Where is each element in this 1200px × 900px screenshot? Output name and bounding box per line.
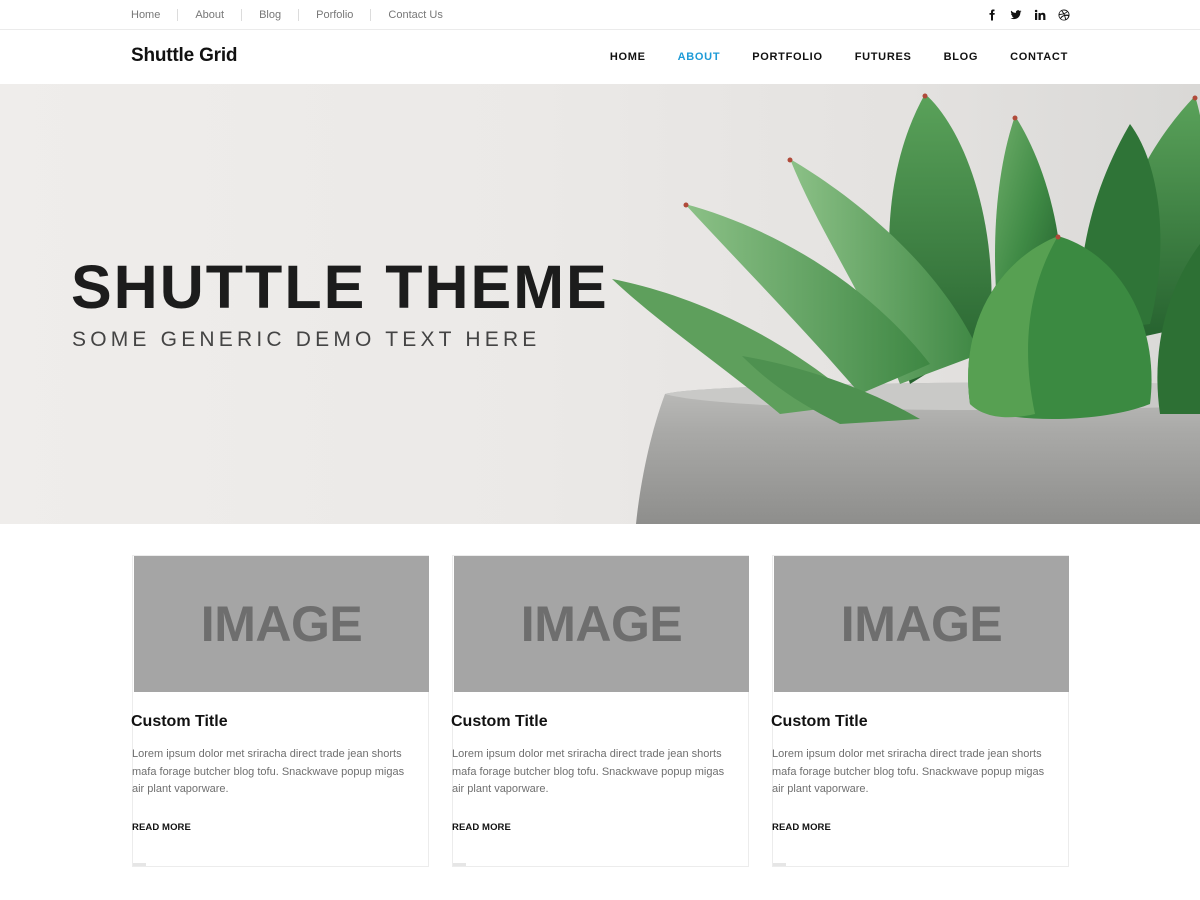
- divider: [177, 8, 179, 21]
- top-nav-blog[interactable]: Blog: [259, 9, 281, 21]
- card-title[interactable]: Custom Title: [771, 713, 868, 731]
- top-nav-portfolio[interactable]: Porfolio: [316, 9, 353, 21]
- site-header: Shuttle Grid HOME ABOUT PORTFOLIO FUTURE…: [0, 30, 1200, 84]
- hero-banner: SHUTTLE THEME SOME GENERIC DEMO TEXT HER…: [0, 84, 1200, 524]
- top-nav-contact[interactable]: Contact Us: [388, 9, 442, 21]
- top-nav-home[interactable]: Home: [131, 9, 160, 21]
- card-footer-stub: [453, 863, 466, 866]
- image-label: IMAGE: [840, 596, 1003, 652]
- hero-title: SHUTTLE THEME: [71, 253, 609, 321]
- divider: [298, 8, 300, 21]
- top-bar: Home About Blog Porfolio Contact Us: [0, 0, 1200, 30]
- linkedin-icon[interactable]: [1033, 8, 1046, 21]
- hero-subtitle: SOME GENERIC DEMO TEXT HERE: [72, 328, 541, 351]
- nav-futures[interactable]: FUTURES: [855, 51, 912, 63]
- card-excerpt: Lorem ipsum dolor met sriracha direct tr…: [452, 748, 725, 795]
- main-nav: HOME ABOUT PORTFOLIO FUTURES BLOG CONTAC…: [610, 30, 1068, 84]
- twitter-icon[interactable]: [1009, 8, 1022, 21]
- social-links: [985, 0, 1070, 29]
- facebook-icon[interactable]: [985, 8, 998, 21]
- dribbble-icon[interactable]: [1057, 8, 1070, 21]
- nav-blog[interactable]: BLOG: [944, 51, 979, 63]
- post-card: IMAGE Custom Title Lorem ipsum dolor met…: [131, 555, 429, 867]
- card-image-placeholder[interactable]: IMAGE: [774, 556, 1069, 692]
- top-nav-about[interactable]: About: [195, 9, 224, 21]
- image-label: IMAGE: [520, 596, 683, 652]
- read-more-link[interactable]: READ MORE: [772, 822, 831, 833]
- card-title[interactable]: Custom Title: [131, 713, 228, 731]
- site-logo[interactable]: Shuttle Grid: [131, 45, 238, 67]
- read-more-link[interactable]: READ MORE: [452, 822, 511, 833]
- post-card: IMAGE Custom Title Lorem ipsum dolor met…: [451, 555, 749, 867]
- card-excerpt: Lorem ipsum dolor met sriracha direct tr…: [132, 748, 405, 795]
- card-footer-stub: [773, 863, 786, 866]
- card-footer-stub: [133, 863, 146, 866]
- card-image-placeholder[interactable]: IMAGE: [454, 556, 749, 692]
- top-nav: Home About Blog Porfolio Contact Us: [131, 0, 443, 29]
- nav-contact[interactable]: CONTACT: [1010, 51, 1068, 63]
- card-title[interactable]: Custom Title: [451, 713, 548, 731]
- card-excerpt: Lorem ipsum dolor met sriracha direct tr…: [772, 748, 1045, 795]
- nav-home[interactable]: HOME: [610, 51, 646, 63]
- post-card: IMAGE Custom Title Lorem ipsum dolor met…: [771, 555, 1069, 867]
- nav-about[interactable]: ABOUT: [678, 51, 721, 63]
- divider: [241, 8, 243, 21]
- image-label: IMAGE: [200, 596, 363, 652]
- read-more-link[interactable]: READ MORE: [132, 822, 191, 833]
- card-image-placeholder[interactable]: IMAGE: [134, 556, 429, 692]
- divider: [370, 8, 372, 21]
- nav-portfolio[interactable]: PORTFOLIO: [752, 51, 822, 63]
